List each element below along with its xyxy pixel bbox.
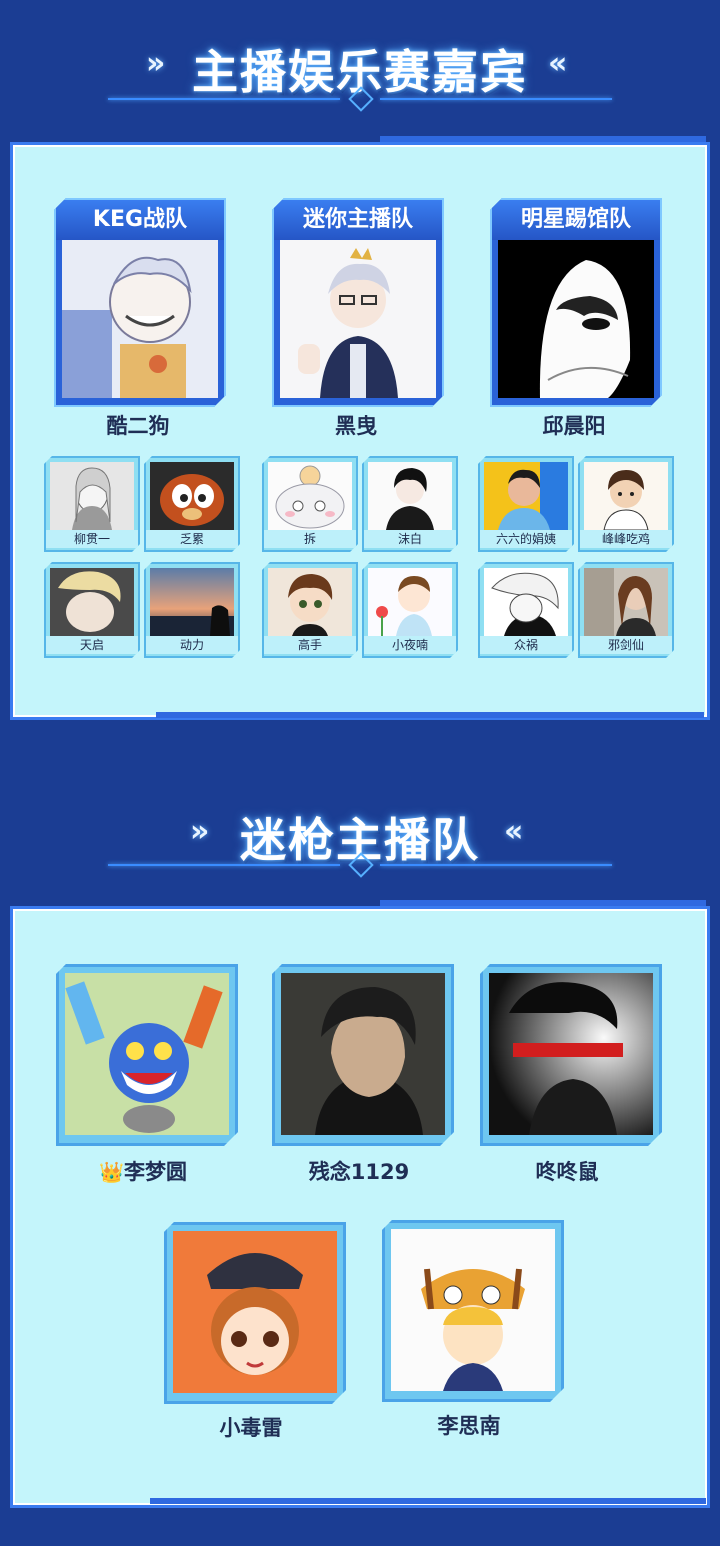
team-card-star[interactable]: 明星踢馆队 [490,198,662,407]
member-card[interactable]: 高手 [262,562,358,658]
member-card[interactable]: 沫白 [362,456,458,552]
member-name: 残念1129 [308,1160,410,1184]
chevron-left-icon: « [504,814,524,849]
avatar [584,568,668,636]
member-card[interactable]: 动力 [144,562,240,658]
member-name: 李梦圆 [123,1160,187,1184]
avatar [489,973,653,1135]
member-card[interactable]: 峰峰吃鸡 [578,456,674,552]
member-name: 动力 [146,636,238,654]
member-name: 柳贯一 [46,530,138,548]
section1-title-block: » 主播娱乐赛嘉宾 « [0,20,720,120]
captain-name: 酷二狗 [106,414,170,438]
avatar [498,240,654,398]
member-card[interactable]: 柳贯一 [44,456,140,552]
member-name: 乏累 [146,530,238,548]
avatar [50,462,134,530]
avatar [268,462,352,530]
avatar [368,462,452,530]
section2-title-block: » 迷枪主播队 « [0,788,720,888]
avatar [484,462,568,530]
crown-icon: 👑 [99,1160,124,1184]
member-card[interactable]: 众祸 [478,562,574,658]
member-name: 邪剑仙 [580,636,672,654]
avatar [50,568,134,636]
avatar [484,568,568,636]
avatar [150,462,234,530]
avatar [584,462,668,530]
panel-accent-bar [380,136,706,142]
member-card[interactable]: 乏累 [144,456,240,552]
member-name: 众祸 [480,636,572,654]
member-name-row: 👑李梦圆 [48,1156,238,1186]
member-name: 李思南 [437,1414,501,1438]
team-card-keg[interactable]: KEG战队 [54,198,226,407]
avatar [65,973,229,1135]
avatar [281,973,445,1135]
avatar [150,568,234,636]
panel-accent-bar [156,712,704,718]
avatar [173,1231,337,1393]
avatar [268,568,352,636]
panel-accent-bar [150,1498,706,1504]
member-name: 峰峰吃鸡 [580,530,672,548]
member-card[interactable]: 拆 [262,456,358,552]
member-card[interactable]: 天启 [44,562,140,658]
title-divider-right [380,864,612,866]
member-name: 小毒雷 [219,1416,283,1440]
team-card-mini[interactable]: 迷你主播队 [272,198,444,407]
title-divider-left [108,864,340,866]
team-title: 明星踢馆队 [492,200,660,240]
member-name: 天启 [46,636,138,654]
member-card[interactable]: 六六的娟姨 [478,456,574,552]
title-divider-left [108,98,340,100]
title-divider-right [380,98,612,100]
member-name: 小夜喃 [364,636,456,654]
avatar [280,240,436,398]
member-card[interactable] [272,964,454,1146]
captain-name: 黑曳 [335,414,377,438]
captain-name: 邱晨阳 [542,414,606,438]
member-name: 六六的娟姨 [480,530,572,548]
avatar [391,1229,555,1391]
avatar [368,568,452,636]
member-name: 沫白 [364,530,456,548]
member-card[interactable] [56,964,238,1146]
member-name: 高手 [264,636,356,654]
member-card[interactable] [164,1222,346,1404]
member-name: 拆 [264,530,356,548]
panel-accent-bar [380,900,706,906]
member-card[interactable]: 小夜喃 [362,562,458,658]
team-title: KEG战队 [56,200,224,240]
member-card[interactable] [382,1220,564,1402]
avatar [62,240,218,398]
team-title: 迷你主播队 [274,200,442,240]
chevron-left-icon: « [548,46,568,81]
member-name: 咚咚鼠 [535,1160,599,1184]
member-card[interactable] [480,964,662,1146]
member-card[interactable]: 邪剑仙 [578,562,674,658]
